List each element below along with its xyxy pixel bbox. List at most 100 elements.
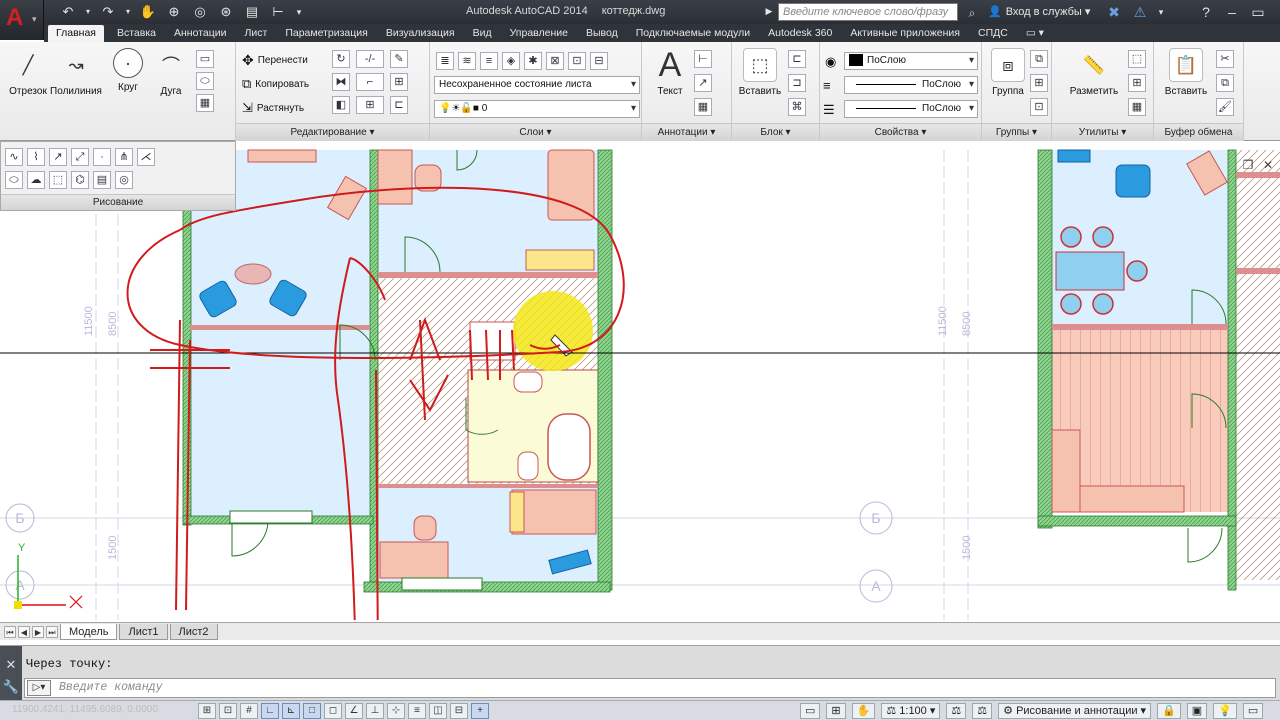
tab-annotate[interactable]: Аннотации: [165, 24, 236, 42]
layer-isolate-icon[interactable]: ◈: [502, 52, 520, 70]
hatch-icon[interactable]: ⬭: [196, 72, 214, 90]
spline-cv-icon[interactable]: ⌇: [27, 148, 45, 166]
tab-output[interactable]: Вывод: [577, 24, 627, 42]
helix-icon[interactable]: ⌬: [71, 171, 89, 189]
insert-block-button[interactable]: ⬚ Вставить: [734, 48, 786, 97]
ducs-icon[interactable]: ⊥: [366, 703, 384, 719]
leader-icon[interactable]: ↗: [694, 74, 712, 92]
ortho-icon[interactable]: ∟: [261, 703, 279, 719]
dimension-icon[interactable]: ⊢: [694, 50, 712, 68]
drawing-area[interactable]: 11500 8500 1500 11500 8500 1500 Б А Б А …: [0, 148, 1280, 620]
selection-cycling-icon[interactable]: +: [471, 703, 489, 719]
utilities-panel-title[interactable]: Утилиты ▾: [1052, 123, 1153, 141]
3d-osnap-icon[interactable]: ◻: [324, 703, 342, 719]
table-icon[interactable]: ▦: [694, 98, 712, 116]
redo-icon[interactable]: ↷: [98, 3, 118, 21]
trim-icon[interactable]: -/-: [356, 50, 384, 68]
quick-view-icon[interactable]: ⊞: [826, 703, 846, 719]
otrack-icon[interactable]: ∠: [345, 703, 363, 719]
login-button[interactable]: 👤 Вход в службы ▾: [988, 5, 1090, 18]
create-block-icon[interactable]: ⊏: [788, 50, 806, 68]
group-edit-icon[interactable]: ⊞: [1030, 74, 1048, 92]
snap-mode-icon[interactable]: ⊡: [219, 703, 237, 719]
tab-autodesk360[interactable]: Autodesk 360: [759, 24, 841, 42]
array-icon[interactable]: ⊞: [356, 96, 384, 114]
coordinates-readout[interactable]: 11900.4241, 11495.6089, 0.0000: [12, 704, 158, 715]
object-snap-icon[interactable]: □: [303, 703, 321, 719]
layer-prev-icon[interactable]: ⊟: [590, 52, 608, 70]
steering-wheel-icon[interactable]: ⊛: [216, 3, 236, 21]
minimize-icon[interactable]: –: [1222, 2, 1242, 22]
wipeout-icon[interactable]: ⬚: [49, 171, 67, 189]
pan-icon[interactable]: ✋: [138, 3, 158, 21]
layer-states-icon[interactable]: ≋: [458, 52, 476, 70]
tab-active-apps[interactable]: Активные приложения: [841, 24, 969, 42]
layer-match-icon[interactable]: ⊡: [568, 52, 586, 70]
ungroup-icon[interactable]: ⧉: [1030, 50, 1048, 68]
layer-off-icon[interactable]: ≡: [480, 52, 498, 70]
exchange-icon[interactable]: ✖: [1104, 2, 1124, 22]
isolate-objects-icon[interactable]: 💡: [1213, 703, 1237, 719]
lineweight-dropdown[interactable]: ПоСлою: [844, 100, 978, 118]
paste-button[interactable]: 📋 Вставить: [1158, 48, 1214, 97]
help-dropdown-icon[interactable]: ▾: [1156, 2, 1166, 22]
dyn-input-icon[interactable]: ⊹: [387, 703, 405, 719]
scale-icon[interactable]: ◧: [332, 96, 350, 114]
tab-model[interactable]: Модель: [60, 623, 118, 640]
tab-insert[interactable]: Вставка: [108, 24, 165, 42]
edit-block-icon[interactable]: ⊐: [788, 74, 806, 92]
command-input[interactable]: Введите команду: [24, 678, 1276, 698]
block-panel-title[interactable]: Блок ▾: [732, 123, 819, 141]
redo-dropdown-icon[interactable]: ▾: [124, 3, 132, 21]
next-tab-icon[interactable]: ▶: [32, 625, 44, 638]
move-button[interactable]: ✥ Перенести: [242, 52, 308, 69]
pan-status-icon[interactable]: ✋: [851, 703, 876, 719]
lock-icon[interactable]: 🔒: [1157, 703, 1181, 719]
line-button[interactable]: ╱ Отрезок: [2, 48, 54, 98]
spline-icon[interactable]: ∿: [5, 148, 23, 166]
connect-icon[interactable]: ⚠: [1130, 2, 1150, 22]
search-input[interactable]: Введите ключевое слово/фразу: [778, 3, 958, 21]
text-button[interactable]: A Текст: [644, 46, 696, 98]
workspace-button[interactable]: ⚙ Рисование и аннотации ▾: [998, 703, 1152, 719]
point-icon[interactable]: ·: [93, 148, 111, 166]
layer-lock-icon[interactable]: ⊠: [546, 52, 564, 70]
orbit-icon[interactable]: ◎: [190, 3, 210, 21]
erase-icon[interactable]: ✎: [390, 50, 408, 68]
donut-icon[interactable]: ◎: [115, 171, 133, 189]
tab-view[interactable]: Вид: [464, 24, 501, 42]
rectangle-icon[interactable]: ▭: [196, 50, 214, 68]
copy-clip-icon[interactable]: ⧉: [1216, 74, 1234, 92]
grid-icon[interactable]: #: [240, 703, 258, 719]
undo-icon[interactable]: ↶: [58, 3, 78, 21]
tab-sheet2[interactable]: Лист2: [169, 623, 218, 640]
print-icon[interactable]: ▤: [242, 3, 262, 21]
binoculars-icon[interactable]: ⌕: [962, 3, 982, 23]
annotation-panel-title[interactable]: Аннотации ▾: [642, 123, 731, 141]
layer-properties-icon[interactable]: ≣: [436, 52, 454, 70]
tab-manage[interactable]: Управление: [501, 24, 577, 42]
revcloud-icon[interactable]: ☁: [27, 171, 45, 189]
quick-props-icon[interactable]: ⊟: [450, 703, 468, 719]
groups-panel-title[interactable]: Группы ▾: [982, 123, 1051, 141]
viewport-restore-icon[interactable]: ❐: [1240, 158, 1256, 172]
rotate-icon[interactable]: ↻: [332, 50, 350, 68]
tab-layout[interactable]: Лист: [236, 24, 277, 42]
zoom-icon[interactable]: ⊕: [164, 3, 184, 21]
help-icon[interactable]: ?: [1196, 2, 1216, 22]
stretch-button[interactable]: ⇲ Растянуть: [242, 100, 304, 116]
current-layer-dropdown[interactable]: 💡☀🔓■ 0: [434, 100, 640, 118]
close-command-icon[interactable]: ✕: [0, 654, 22, 676]
model-space-icon[interactable]: ▭: [800, 703, 821, 719]
tab-minimize-toggle-icon[interactable]: ▭ ▾: [1017, 24, 1053, 42]
match-properties-icon[interactable]: ≡: [823, 78, 831, 93]
application-menu-button[interactable]: A ▾: [0, 0, 44, 40]
color-wheel-icon[interactable]: ◉: [825, 54, 836, 70]
group-select-icon[interactable]: ⊡: [1030, 98, 1048, 116]
fillet-icon[interactable]: ⌐: [356, 73, 384, 91]
color-dropdown[interactable]: ПоСлою: [844, 52, 978, 70]
transparency-icon[interactable]: ◫: [429, 703, 447, 719]
undo-dropdown-icon[interactable]: ▾: [84, 3, 92, 21]
tab-sheet1[interactable]: Лист1: [119, 623, 168, 640]
lineweight-icon[interactable]: ≡: [408, 703, 426, 719]
